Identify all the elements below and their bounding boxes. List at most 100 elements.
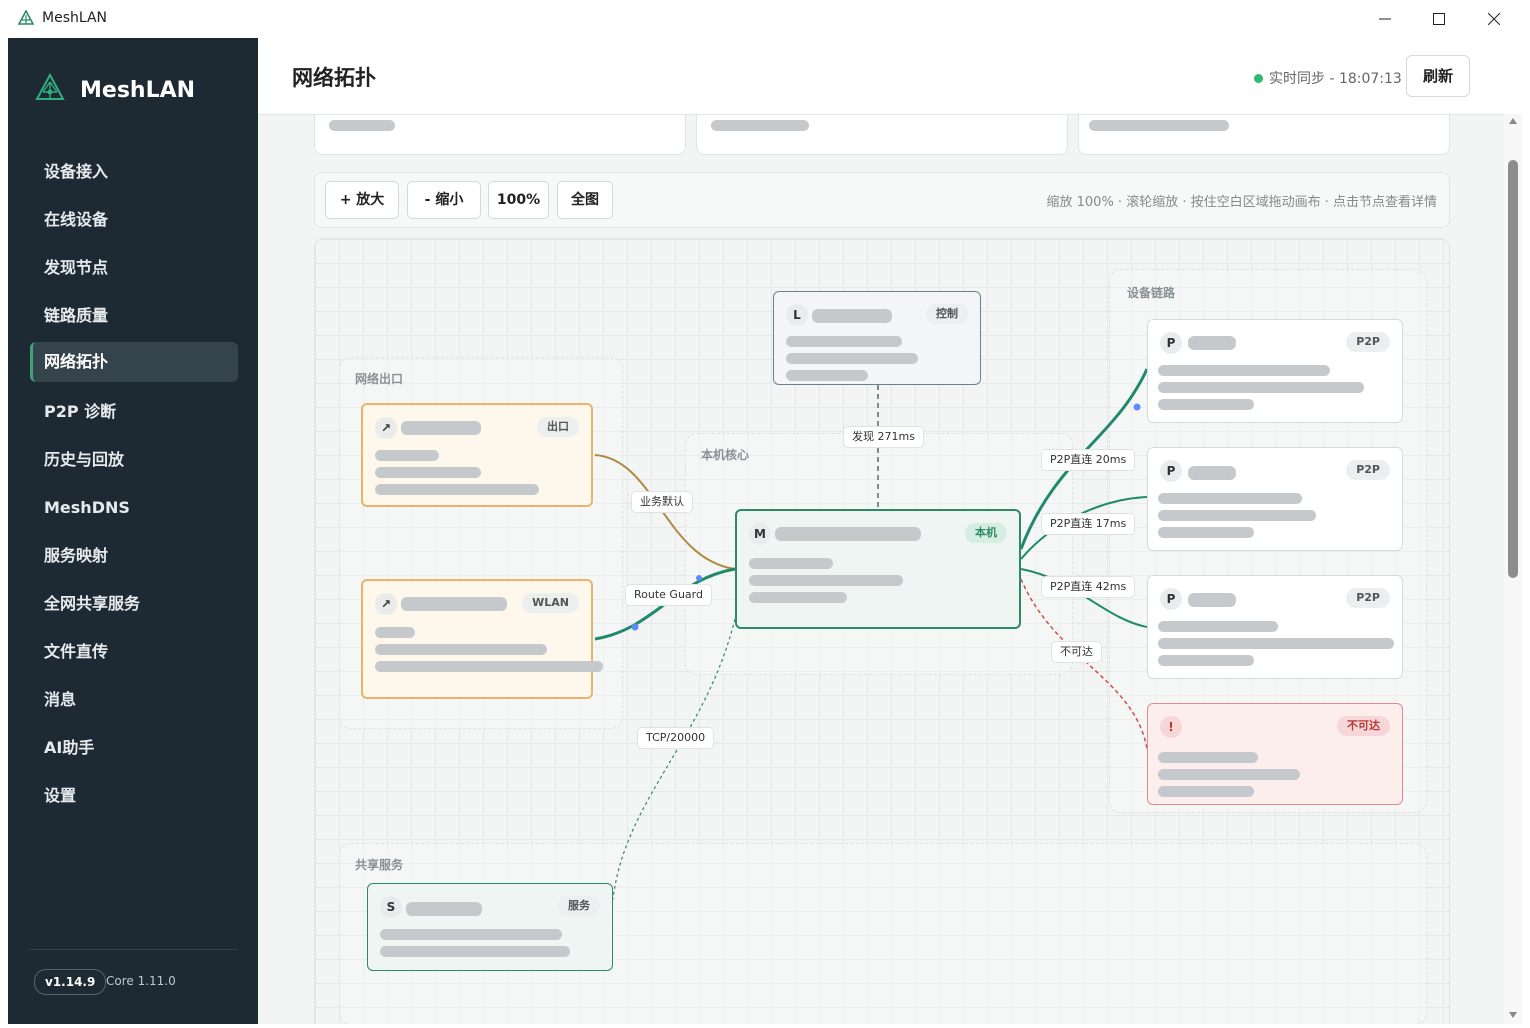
skeleton-bar bbox=[401, 421, 481, 435]
edge-label-unreachable: 不可达 bbox=[1051, 641, 1102, 663]
skeleton-bar bbox=[1158, 493, 1302, 504]
sidebar-item-shared-services[interactable]: 全网共享服务 bbox=[30, 584, 238, 624]
node-tag: 本机 bbox=[965, 523, 1007, 543]
edge-label-p2p-3: P2P直连 42ms bbox=[1041, 576, 1136, 598]
title-bar: MeshLAN bbox=[0, 0, 1530, 38]
app-window: MeshLAN MeshLAN 设备接入 在线设备 发现节点 链路质量 网络拓扑… bbox=[0, 0, 1530, 1028]
node-exit-primary[interactable]: ↗ 出口 bbox=[361, 403, 593, 507]
node-unreachable[interactable]: ! 不可达 bbox=[1147, 703, 1403, 805]
close-button[interactable] bbox=[1467, 0, 1521, 38]
skeleton-bar bbox=[375, 467, 481, 478]
skeleton-bar bbox=[375, 661, 603, 672]
node-control[interactable]: L 控制 bbox=[773, 291, 981, 385]
edge-pulse bbox=[1133, 403, 1141, 411]
stat-card bbox=[1078, 112, 1450, 155]
zoom-in-button[interactable]: + 放大 bbox=[325, 181, 399, 219]
node-tag: 不可达 bbox=[1337, 716, 1390, 736]
skeleton-bar bbox=[749, 592, 847, 603]
node-exit-wlan[interactable]: ↗ WLAN bbox=[361, 579, 603, 699]
main-content: 网络拓扑 实时同步 - 18:07:13 刷新 + 放大 - 缩小 100% 全… bbox=[258, 38, 1504, 1024]
skeleton-bar bbox=[775, 527, 921, 541]
skeleton-bar bbox=[1158, 365, 1330, 376]
stat-card bbox=[314, 112, 686, 155]
skeleton-bar bbox=[1158, 399, 1254, 410]
sync-status: 实时同步 - 18:07:13 bbox=[1254, 68, 1402, 88]
version-badge: v1.14.9 bbox=[34, 969, 107, 995]
edge-pulse bbox=[631, 623, 639, 631]
skeleton-bar bbox=[329, 120, 395, 131]
skeleton-bar bbox=[786, 370, 868, 381]
refresh-button[interactable]: 刷新 bbox=[1406, 55, 1470, 97]
skeleton-bar bbox=[786, 353, 918, 364]
skeleton-bar bbox=[1158, 655, 1254, 666]
sidebar-item-p2p-diagnosis[interactable]: P2P 诊断 bbox=[30, 392, 238, 432]
sidebar-item-discover-nodes[interactable]: 发现节点 bbox=[30, 248, 238, 288]
skeleton-bar bbox=[1158, 382, 1364, 393]
skeleton-bar bbox=[1188, 593, 1236, 607]
sidebar-item-history[interactable]: 历史与回放 bbox=[30, 440, 238, 480]
edge-label-p2p-2: P2P直连 17ms bbox=[1041, 513, 1136, 535]
page-title: 网络拓扑 bbox=[292, 66, 376, 90]
skeleton-bar bbox=[749, 558, 833, 569]
node-tag: P2P bbox=[1346, 460, 1390, 480]
sidebar-item-meshdns[interactable]: MeshDNS bbox=[30, 488, 238, 528]
node-peer[interactable]: P P2P bbox=[1147, 319, 1403, 423]
sidebar-item-service-mapping[interactable]: 服务映射 bbox=[30, 536, 238, 576]
node-avatar: L bbox=[786, 304, 808, 326]
skeleton-bar bbox=[401, 597, 507, 611]
node-service[interactable]: S 服务 bbox=[367, 883, 613, 971]
node-tag: WLAN bbox=[522, 593, 579, 613]
minimize-button[interactable] bbox=[1358, 0, 1412, 38]
fit-view-button[interactable]: 全图 bbox=[557, 181, 613, 219]
stat-card bbox=[696, 112, 1068, 155]
edge-label-default-route: 业务默认 bbox=[631, 491, 693, 513]
sidebar-item-settings[interactable]: 设置 bbox=[30, 776, 238, 816]
sidebar-item-device-access[interactable]: 设备接入 bbox=[30, 152, 238, 192]
skeleton-bar bbox=[786, 336, 902, 347]
sidebar-item-file-transfer[interactable]: 文件直传 bbox=[30, 632, 238, 672]
sidebar-item-ai-assistant[interactable]: AI助手 bbox=[30, 728, 238, 768]
sidebar: MeshLAN 设备接入 在线设备 发现节点 链路质量 网络拓扑 P2P 诊断 … bbox=[8, 38, 258, 1024]
node-local[interactable]: M 本机 bbox=[735, 509, 1021, 629]
skeleton-bar bbox=[375, 484, 539, 495]
sidebar-item-online-devices[interactable]: 在线设备 bbox=[30, 200, 238, 240]
node-avatar: P bbox=[1160, 332, 1182, 354]
topology-canvas[interactable]: 网络出口 本机核心 设备链路 共享服务 发现 271ms 业务默认 Route … bbox=[314, 238, 1450, 1024]
minimize-icon bbox=[1379, 18, 1391, 20]
scroll-up-icon[interactable] bbox=[1509, 118, 1517, 124]
skeleton-bar bbox=[380, 929, 562, 940]
canvas-toolbar: + 放大 - 缩小 100% 全图 缩放 100% · 滚轮缩放 · 按住空白区… bbox=[314, 172, 1450, 228]
skeleton-bar bbox=[375, 627, 415, 638]
sidebar-item-link-quality[interactable]: 链路质量 bbox=[30, 296, 238, 336]
skeleton-bar bbox=[1158, 786, 1254, 797]
node-tag: 控制 bbox=[926, 304, 968, 324]
sync-text: 实时同步 - 18:07:13 bbox=[1269, 71, 1402, 87]
node-avatar: ! bbox=[1160, 716, 1182, 738]
sidebar-item-topology[interactable]: 网络拓扑 bbox=[30, 342, 238, 382]
edge-label-p2p-1: P2P直连 20ms bbox=[1041, 449, 1136, 471]
node-avatar: P bbox=[1160, 460, 1182, 482]
skeleton-bar bbox=[375, 644, 547, 655]
brand-name: MeshLAN bbox=[80, 77, 196, 103]
node-peer[interactable]: P P2P bbox=[1147, 447, 1403, 551]
scroll-thumb[interactable] bbox=[1508, 160, 1518, 578]
maximize-button[interactable] bbox=[1412, 0, 1466, 38]
scroll-down-icon[interactable] bbox=[1509, 1012, 1517, 1018]
core-version: Core 1.11.0 bbox=[106, 974, 176, 988]
node-tag: P2P bbox=[1346, 332, 1390, 352]
skeleton-bar bbox=[749, 575, 903, 586]
brand-logo-icon bbox=[34, 72, 66, 108]
skeleton-bar bbox=[1188, 336, 1236, 350]
page-header: 网络拓扑 实时同步 - 18:07:13 刷新 bbox=[258, 38, 1504, 115]
node-peer[interactable]: P P2P bbox=[1147, 575, 1403, 679]
skeleton-bar bbox=[1158, 527, 1254, 538]
page-scrollbar[interactable] bbox=[1504, 114, 1522, 1024]
node-avatar: M bbox=[749, 523, 771, 545]
maximize-icon bbox=[1433, 13, 1445, 25]
skeleton-bar bbox=[1158, 638, 1394, 649]
node-tag: 出口 bbox=[537, 417, 579, 437]
edge-tcp bbox=[612, 618, 736, 900]
zoom-reset-button[interactable]: 100% bbox=[488, 181, 549, 219]
zoom-out-button[interactable]: - 缩小 bbox=[407, 181, 481, 219]
sidebar-item-messages[interactable]: 消息 bbox=[30, 680, 238, 720]
